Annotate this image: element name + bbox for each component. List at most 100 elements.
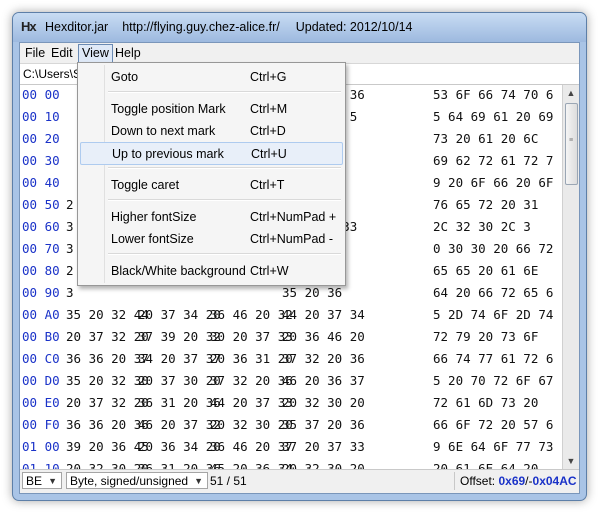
hex-byte-group[interactable]: 37 39 20 32 bbox=[138, 329, 221, 344]
hex-byte-group[interactable]: 36 46 20 37 bbox=[210, 439, 293, 454]
row-offset: 00 10 bbox=[22, 109, 60, 124]
hex-byte-group[interactable]: 20 36 31 20 bbox=[210, 351, 293, 366]
hex-byte-group[interactable]: 30 20 37 33 bbox=[210, 329, 293, 344]
menu-item-label: Down to next mark bbox=[111, 124, 216, 138]
menu-help[interactable]: Help bbox=[112, 45, 144, 61]
hex-byte-group[interactable]: 35 37 20 36 bbox=[282, 417, 365, 432]
hex-byte-group[interactable]: 36 31 20 36 bbox=[138, 395, 221, 410]
hex-row[interactable]: 00 D0 35 20 32 30 20 37 30 20 37 32 20 36 46… bbox=[20, 371, 563, 393]
hex-row[interactable]: 01 10 20 32 30 20 36 31 20 36 45 20 36 34 20… bbox=[20, 459, 563, 469]
combo-dropdown-arrow-icon: ▼ bbox=[48, 476, 57, 486]
hex-byte-group[interactable]: 20 37 34 20 bbox=[138, 307, 221, 322]
hex-byte-group-right[interactable]: 72 79 20 73 6F bbox=[433, 329, 538, 344]
hex-byte-group[interactable]: 20 32 30 20 bbox=[210, 417, 293, 432]
hex-row[interactable]: 00 B0 20 37 32 20 37 39 20 32 30 20 37 33 20… bbox=[20, 327, 563, 349]
menu-view[interactable]: View bbox=[78, 44, 113, 63]
hex-byte-group[interactable]: 34 20 37 37 bbox=[138, 351, 221, 366]
hex-byte-group[interactable]: 20 37 32 20 bbox=[66, 395, 149, 410]
hex-byte-group[interactable]: 20 37 30 20 bbox=[138, 373, 221, 388]
hex-byte-group[interactable]: 46 20 36 37 bbox=[282, 373, 365, 388]
hex-byte-group-right[interactable]: 5 64 69 61 20 69 bbox=[433, 109, 553, 124]
hex-byte-group[interactable]: 36 36 20 37 bbox=[66, 351, 149, 366]
menu-item-higher-fontsize[interactable]: Higher fontSize Ctrl+NumPad + bbox=[80, 206, 343, 227]
hex-byte-group-right[interactable]: 73 20 61 20 6C bbox=[433, 131, 538, 146]
hex-byte-group[interactable]: 3 bbox=[66, 241, 74, 256]
hex-byte-group-right[interactable]: 65 65 20 61 6E bbox=[433, 263, 538, 278]
hex-row[interactable]: 00 C0 36 36 20 37 34 20 37 37 20 36 31 20 37… bbox=[20, 349, 563, 371]
hex-byte-group[interactable]: 37 32 20 36 bbox=[210, 373, 293, 388]
menu-item-up-to-previous-mark[interactable]: Up to previous mark Ctrl+U bbox=[80, 142, 343, 165]
menu-item-shortcut: Ctrl+T bbox=[250, 178, 285, 192]
hex-byte-group[interactable]: 20 32 30 20 bbox=[282, 461, 365, 469]
hex-byte-group[interactable]: 35 20 32 44 bbox=[66, 307, 149, 322]
scroll-up-arrow-icon[interactable]: ▲ bbox=[563, 85, 579, 101]
hex-byte-group-right[interactable]: 66 6F 72 20 57 6 bbox=[433, 417, 553, 432]
hex-byte-group-right[interactable]: 69 62 72 61 72 7 bbox=[433, 153, 553, 168]
hex-byte-group[interactable]: 37 20 37 33 bbox=[282, 439, 365, 454]
hex-byte-group-right[interactable]: 0 30 30 20 66 72 bbox=[433, 241, 553, 256]
hex-byte-group[interactable]: 20 32 30 20 bbox=[66, 461, 149, 469]
hex-byte-group[interactable]: 3 bbox=[66, 219, 74, 234]
hex-byte-group[interactable]: 2 bbox=[66, 263, 74, 278]
vertical-scrollbar[interactable]: ▲ ≡ ▼ bbox=[562, 85, 579, 469]
menu-item-down-to-next-mark[interactable]: Down to next mark Ctrl+D bbox=[80, 120, 343, 141]
hex-byte-group-right[interactable]: 53 6F 66 74 70 6 bbox=[433, 87, 553, 102]
hex-byte-group[interactable]: 36 36 20 36 bbox=[66, 417, 149, 432]
hex-byte-group[interactable]: 35 20 36 bbox=[282, 285, 342, 300]
hex-byte-group[interactable]: 44 20 37 33 bbox=[210, 395, 293, 410]
scroll-down-arrow-icon[interactable]: ▼ bbox=[563, 453, 579, 469]
row-offset: 00 70 bbox=[22, 241, 60, 256]
menu-item-lower-fontsize[interactable]: Lower fontSize Ctrl+NumPad - bbox=[80, 228, 343, 249]
hex-row[interactable]: 01 00 39 20 36 45 20 36 34 20 36 46 20 37 37… bbox=[20, 437, 563, 459]
hex-row[interactable]: 00 90 3 35 20 36 64 20 66 72 65 6 bbox=[20, 283, 563, 305]
hex-row[interactable]: 00 F0 36 36 20 36 46 20 37 32 20 32 30 20 35… bbox=[20, 415, 563, 437]
hex-byte-group-right[interactable]: 9 6E 64 6F 77 73 bbox=[433, 439, 553, 454]
combo-dropdown-arrow-icon: ▼ bbox=[194, 476, 203, 486]
menu-item-shortcut: Ctrl+G bbox=[250, 70, 287, 84]
menu-item-toggle-caret[interactable]: Toggle caret Ctrl+T bbox=[80, 174, 343, 195]
hex-byte-group[interactable]: 20 36 46 20 bbox=[282, 329, 365, 344]
row-offset: 00 90 bbox=[22, 285, 60, 300]
hex-byte-group[interactable]: 20 36 34 20 bbox=[138, 439, 221, 454]
app-hx-icon: Hx bbox=[21, 19, 37, 34]
window-title: Hexditor.jar http://flying.guy.chez-alice… bbox=[45, 20, 413, 34]
menu-file[interactable]: File bbox=[22, 45, 48, 61]
hex-byte-group-right[interactable]: 64 20 66 72 65 6 bbox=[433, 285, 553, 300]
hex-byte-group[interactable]: 44 20 37 34 bbox=[282, 307, 365, 322]
hex-byte-group-right[interactable]: 2C 32 30 2C 3 bbox=[433, 219, 531, 234]
endian-select[interactable]: BE ▼ bbox=[22, 472, 62, 489]
hex-byte-group-right[interactable]: 9 20 6F 66 20 6F bbox=[433, 175, 553, 190]
menu-item-shortcut: Ctrl+NumPad - bbox=[250, 232, 334, 246]
hex-byte-group-right[interactable]: 76 65 72 20 31 bbox=[433, 197, 538, 212]
title-bar[interactable]: Hx Hexditor.jar http://flying.guy.chez-al… bbox=[13, 13, 586, 42]
row-offset: 00 80 bbox=[22, 263, 60, 278]
menu-item-black-white-background[interactable]: Black/White background Ctrl+W bbox=[80, 260, 343, 281]
hex-byte-group[interactable]: 39 20 36 45 bbox=[66, 439, 149, 454]
hex-byte-group[interactable]: 2 bbox=[66, 197, 74, 212]
hex-byte-group[interactable]: 37 32 20 36 bbox=[282, 351, 365, 366]
hex-byte-group-right[interactable]: 20 61 6E 64 20 bbox=[433, 461, 538, 469]
menu-item-toggle-position-mark[interactable]: Toggle position Mark Ctrl+M bbox=[80, 98, 343, 119]
hex-byte-group-right[interactable]: 5 2D 74 6F 2D 74 bbox=[433, 307, 553, 322]
hex-byte-group[interactable]: 45 20 36 34 bbox=[210, 461, 293, 469]
data-type-select[interactable]: Byte, signed/unsigned ▼ bbox=[66, 472, 208, 489]
hex-byte-group-right[interactable]: 66 74 77 61 72 6 bbox=[433, 351, 553, 366]
scroll-thumb[interactable]: ≡ bbox=[565, 103, 578, 185]
hex-byte-group[interactable]: 36 31 20 36 bbox=[138, 461, 221, 469]
status-divider bbox=[454, 472, 455, 490]
hex-row[interactable]: 00 A0 35 20 32 44 20 37 34 20 36 46 20 32 44… bbox=[20, 305, 563, 327]
hex-byte-group-right[interactable]: 5 20 70 72 6F 67 bbox=[433, 373, 553, 388]
hex-byte-group[interactable]: 3 bbox=[66, 285, 74, 300]
hex-byte-group[interactable]: 35 20 32 30 bbox=[66, 373, 149, 388]
hex-byte-group[interactable]: 46 20 37 32 bbox=[138, 417, 221, 432]
hex-byte-group[interactable]: 36 46 20 32 bbox=[210, 307, 293, 322]
menu-item-shortcut: Ctrl+D bbox=[250, 124, 286, 138]
menu-item-shortcut: Ctrl+M bbox=[250, 102, 288, 116]
menu-item-shortcut: Ctrl+W bbox=[250, 264, 289, 278]
hex-byte-group-right[interactable]: 72 61 6D 73 20 bbox=[433, 395, 538, 410]
hex-row[interactable]: 00 E0 20 37 32 20 36 31 20 36 44 20 37 33 20… bbox=[20, 393, 563, 415]
menu-item-goto[interactable]: Goto Ctrl+G bbox=[80, 66, 343, 87]
hex-byte-group[interactable]: 20 32 30 20 bbox=[282, 395, 365, 410]
hex-byte-group[interactable]: 20 37 32 20 bbox=[66, 329, 149, 344]
menu-edit[interactable]: Edit bbox=[48, 45, 76, 61]
